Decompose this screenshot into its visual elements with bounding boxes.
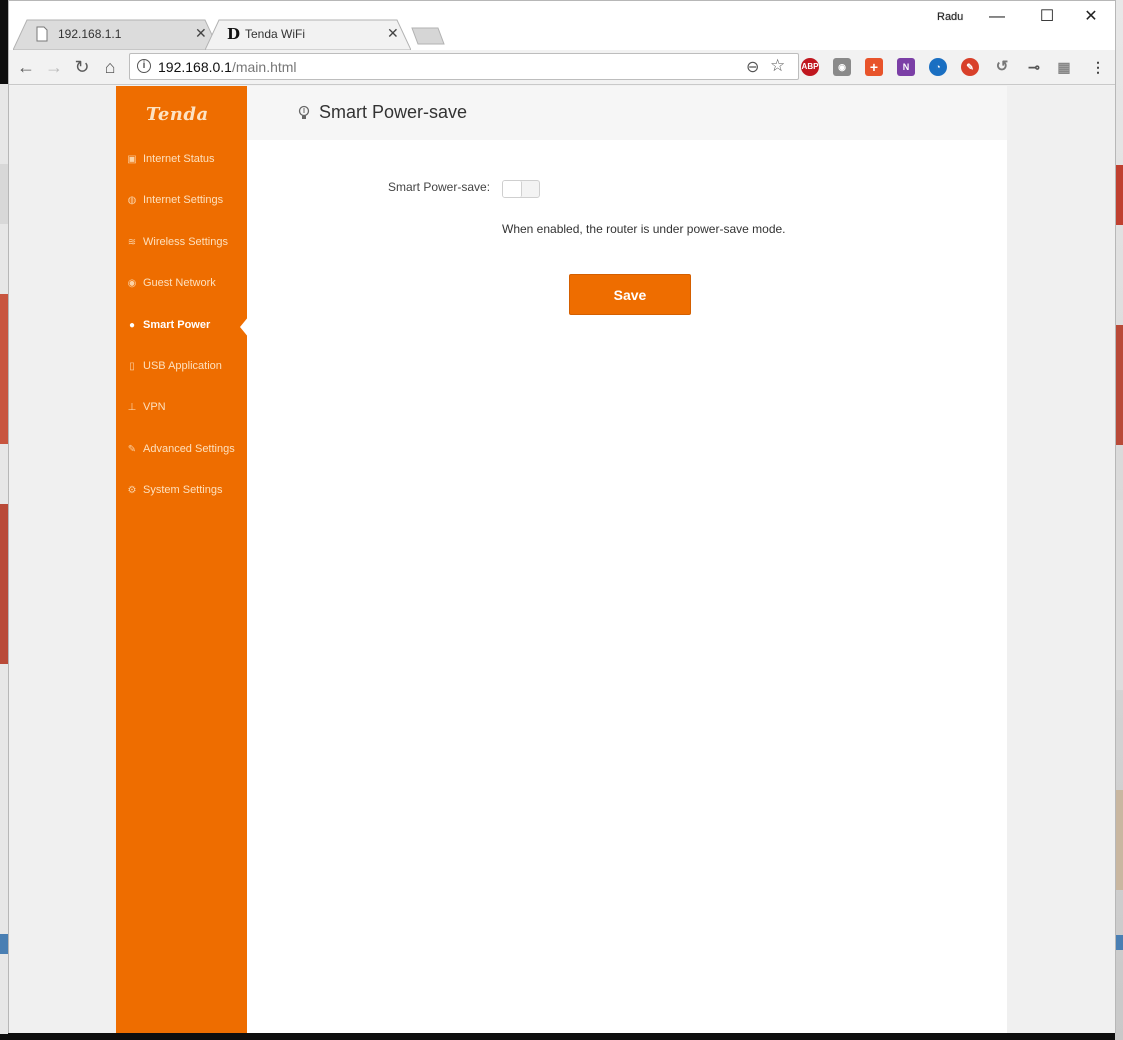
url-text: 192.168.0.1/main.html: [158, 59, 297, 75]
tenda-favicon-icon: D: [227, 25, 241, 43]
content-header: Smart Power-save: [247, 86, 1007, 140]
profile-name[interactable]: Radu: [937, 11, 963, 23]
sidebar-item-system-settings[interactable]: ⚙ System Settings: [116, 477, 247, 507]
sidebar-item-label: Guest Network: [143, 277, 216, 289]
history-icon[interactable]: ↺: [993, 58, 1011, 76]
bulb-icon: [298, 105, 310, 119]
router-page: Tenda ▣ Internet Status ◍ Internet Setti…: [9, 86, 1115, 1033]
gear-icon: ⚙: [127, 485, 137, 496]
usb-icon: ▯: [129, 361, 135, 372]
tenda-logo: Tenda: [146, 104, 209, 125]
sidebar-item-internet-settings[interactable]: ◍ Internet Settings: [116, 187, 247, 217]
sidebar-item-wireless-settings[interactable]: ≋ Wireless Settings: [116, 229, 247, 259]
zoom-icon[interactable]: ⊖: [746, 57, 759, 77]
vpn-icon: ⊥: [127, 402, 137, 413]
globe-icon: ◍: [127, 195, 137, 206]
camera-icon[interactable]: ◉: [833, 58, 851, 76]
sidebar-item-smart-power[interactable]: ● Smart Power: [116, 312, 247, 342]
plus-icon[interactable]: +: [865, 58, 883, 76]
sidebar-item-label: Advanced Settings: [143, 443, 235, 455]
browser-toolbar: ← → ↻ ⌂ i 192.168.0.1/main.html ⊖ ☆ ABP …: [9, 50, 1115, 85]
power-save-hint: When enabled, the router is under power-…: [502, 222, 786, 236]
sidebar-item-label: VPN: [143, 401, 166, 413]
main-content: Smart Power-save Smart Power-save: When …: [247, 86, 1007, 1033]
sidebar-item-label: USB Application: [143, 360, 222, 372]
sidebar: Tenda ▣ Internet Status ◍ Internet Setti…: [116, 86, 249, 1033]
tab-192-168-1-1[interactable]: 192.168.1.1 ✕: [13, 19, 219, 50]
sidebar-item-advanced-settings[interactable]: ✎ Advanced Settings: [116, 436, 247, 466]
grid-icon[interactable]: ▦: [1055, 58, 1073, 76]
smart-power-save-toggle[interactable]: [502, 180, 540, 198]
guest-icon: ◉: [127, 278, 137, 289]
right-gutter: [1007, 86, 1115, 1033]
new-tab-button[interactable]: [411, 27, 445, 45]
sidebar-item-label: Smart Power: [143, 319, 211, 331]
tab-tenda-wifi[interactable]: D Tenda WiFi ✕: [205, 19, 411, 50]
sidebar-item-label: Internet Status: [143, 153, 215, 165]
page-icon: [36, 26, 48, 42]
tab-close-icon[interactable]: ✕: [387, 25, 399, 42]
save-button[interactable]: Save: [569, 274, 691, 315]
sidebar-item-label: Wireless Settings: [143, 236, 228, 248]
bookmark-star-icon[interactable]: ☆: [770, 56, 785, 76]
sidebar-item-vpn[interactable]: ⊥ VPN: [116, 394, 247, 424]
page-title: Smart Power-save: [319, 102, 468, 122]
onenote-icon[interactable]: N: [897, 58, 915, 76]
home-icon[interactable]: ⌂: [99, 56, 121, 78]
adblock-plus-icon[interactable]: ABP: [801, 58, 819, 76]
title-bar: 192.168.1.1 ✕ D Tenda WiFi ✕ Radu — ☐ ✕: [9, 1, 1115, 50]
toggle-knob: [503, 181, 522, 197]
maximize-button[interactable]: ☐: [1025, 5, 1069, 29]
monitor-icon: ▣: [127, 154, 137, 165]
tab-title: Tenda WiFi: [245, 27, 306, 41]
sidebar-item-label: Internet Settings: [143, 194, 224, 206]
menu-icon[interactable]: ⋮: [1089, 58, 1107, 76]
url-host: 192.168.0.1: [158, 59, 232, 75]
close-window-button[interactable]: ✕: [1069, 5, 1113, 29]
smart-power-save-label: Smart Power-save:: [388, 180, 491, 194]
back-arrow-icon[interactable]: ←: [15, 56, 37, 78]
brush-icon[interactable]: ✎: [961, 58, 979, 76]
pie-chart-icon[interactable]: ◔: [929, 58, 947, 76]
bulb-icon: ●: [128, 320, 136, 331]
desktop-background-left: [0, 84, 8, 1034]
desktop-background-right: [1115, 0, 1123, 1040]
sidebar-item-usb-application[interactable]: ▯ USB Application: [116, 353, 247, 383]
pin-icon[interactable]: ⊸: [1025, 58, 1043, 76]
tab-title: 192.168.1.1: [58, 27, 122, 41]
sidebar-item-label: System Settings: [143, 484, 223, 496]
sidebar-item-internet-status[interactable]: ▣ Internet Status: [116, 146, 247, 176]
reload-icon[interactable]: ↻: [71, 56, 93, 78]
forward-arrow-icon[interactable]: →: [43, 56, 65, 78]
browser-window: 192.168.1.1 ✕ D Tenda WiFi ✕ Radu — ☐ ✕ …: [8, 0, 1116, 1033]
address-bar[interactable]: i 192.168.0.1/main.html ⊖ ☆: [129, 53, 799, 80]
url-path: /main.html: [231, 59, 297, 75]
info-icon[interactable]: i: [137, 59, 151, 73]
minimize-button[interactable]: —: [975, 5, 1019, 29]
wifi-icon: ≋: [127, 237, 137, 248]
sidebar-item-guest-network[interactable]: ◉ Guest Network: [116, 270, 247, 300]
wrench-icon: ✎: [127, 444, 137, 455]
